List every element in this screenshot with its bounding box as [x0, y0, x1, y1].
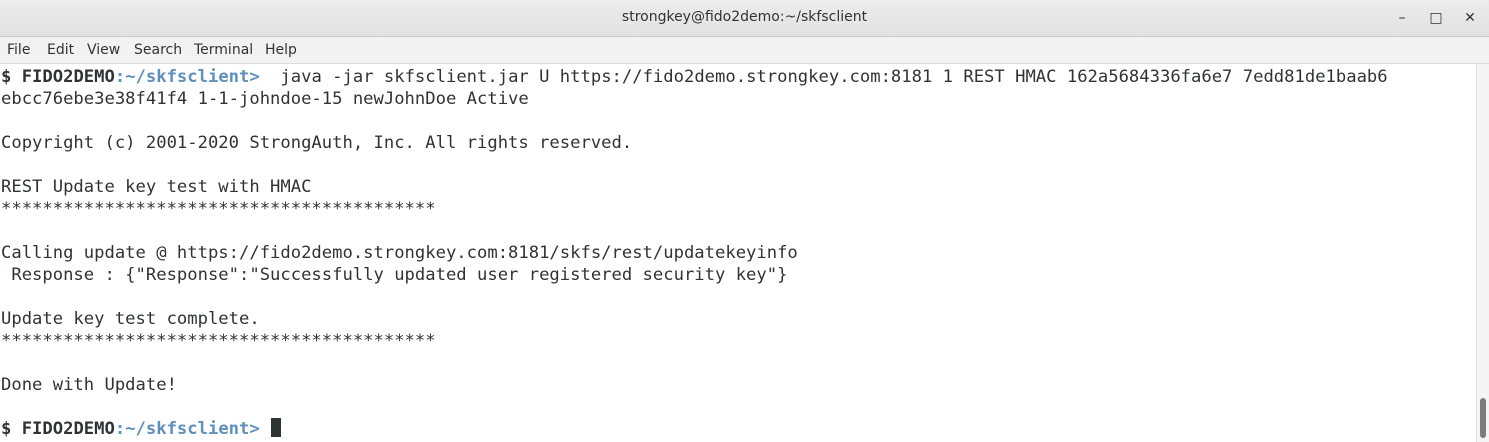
- command-text: java -jar skfsclient.jar U https://fido2…: [259, 67, 1388, 87]
- vertical-scrollbar[interactable]: [1476, 64, 1489, 442]
- output-line: REST Update key test with HMAC: [1, 177, 312, 197]
- menu-file[interactable]: File: [7, 42, 30, 58]
- minimize-icon[interactable]: –: [1392, 8, 1412, 28]
- prompt-path: :~/skfsclient>: [114, 419, 260, 439]
- prompt-line: $ FIDO2DEMO:~/skfsclient>: [1, 418, 282, 440]
- menu-bar: File Edit View Search Terminal Help: [0, 37, 1489, 64]
- prompt-line: $ FIDO2DEMO:~/skfsclient> java -jar skfs…: [1, 66, 1388, 88]
- close-icon[interactable]: ✕: [1460, 8, 1480, 28]
- terminal-window: strongkey@fido2demo:~/skfsclient – □ ✕ F…: [0, 0, 1489, 442]
- output-line: ebcc76ebe3e38f41f4 1-1-johndoe-15 newJoh…: [1, 89, 529, 109]
- copyright-line: Copyright (c) 2001-2020 StrongAuth, Inc.…: [1, 133, 633, 153]
- menu-edit[interactable]: Edit: [47, 42, 74, 58]
- command-text: [260, 419, 270, 439]
- prompt-host: FIDO2DEMO: [21, 67, 115, 87]
- separator-line: ****************************************…: [1, 199, 436, 219]
- text-cursor: [271, 418, 282, 437]
- window-title: strongkey@fido2demo:~/skfsclient: [621, 9, 868, 25]
- separator-line: ****************************************…: [1, 331, 436, 351]
- output-line: Update key test complete.: [1, 309, 260, 329]
- prompt-path: :~/skfsclient>: [114, 67, 260, 87]
- prompt-host: FIDO2DEMO: [21, 419, 115, 439]
- menu-view[interactable]: View: [87, 42, 120, 58]
- output-line: Calling update @ https://fido2demo.stron…: [1, 243, 798, 263]
- menu-search[interactable]: Search: [134, 42, 182, 58]
- menu-terminal[interactable]: Terminal: [194, 42, 253, 58]
- output-line: Done with Update!: [1, 375, 177, 395]
- response-line: Response : {"Response":"Successfully upd…: [1, 265, 788, 285]
- terminal-output[interactable]: $ FIDO2DEMO:~/skfsclient> java -jar skfs…: [0, 64, 1476, 442]
- scrollbar-thumb[interactable]: [1480, 398, 1486, 438]
- prompt-dollar: $: [1, 419, 22, 439]
- prompt-dollar: $: [1, 67, 22, 87]
- title-bar[interactable]: strongkey@fido2demo:~/skfsclient – □ ✕: [0, 0, 1489, 37]
- menu-help[interactable]: Help: [265, 42, 297, 58]
- maximize-icon[interactable]: □: [1426, 8, 1446, 28]
